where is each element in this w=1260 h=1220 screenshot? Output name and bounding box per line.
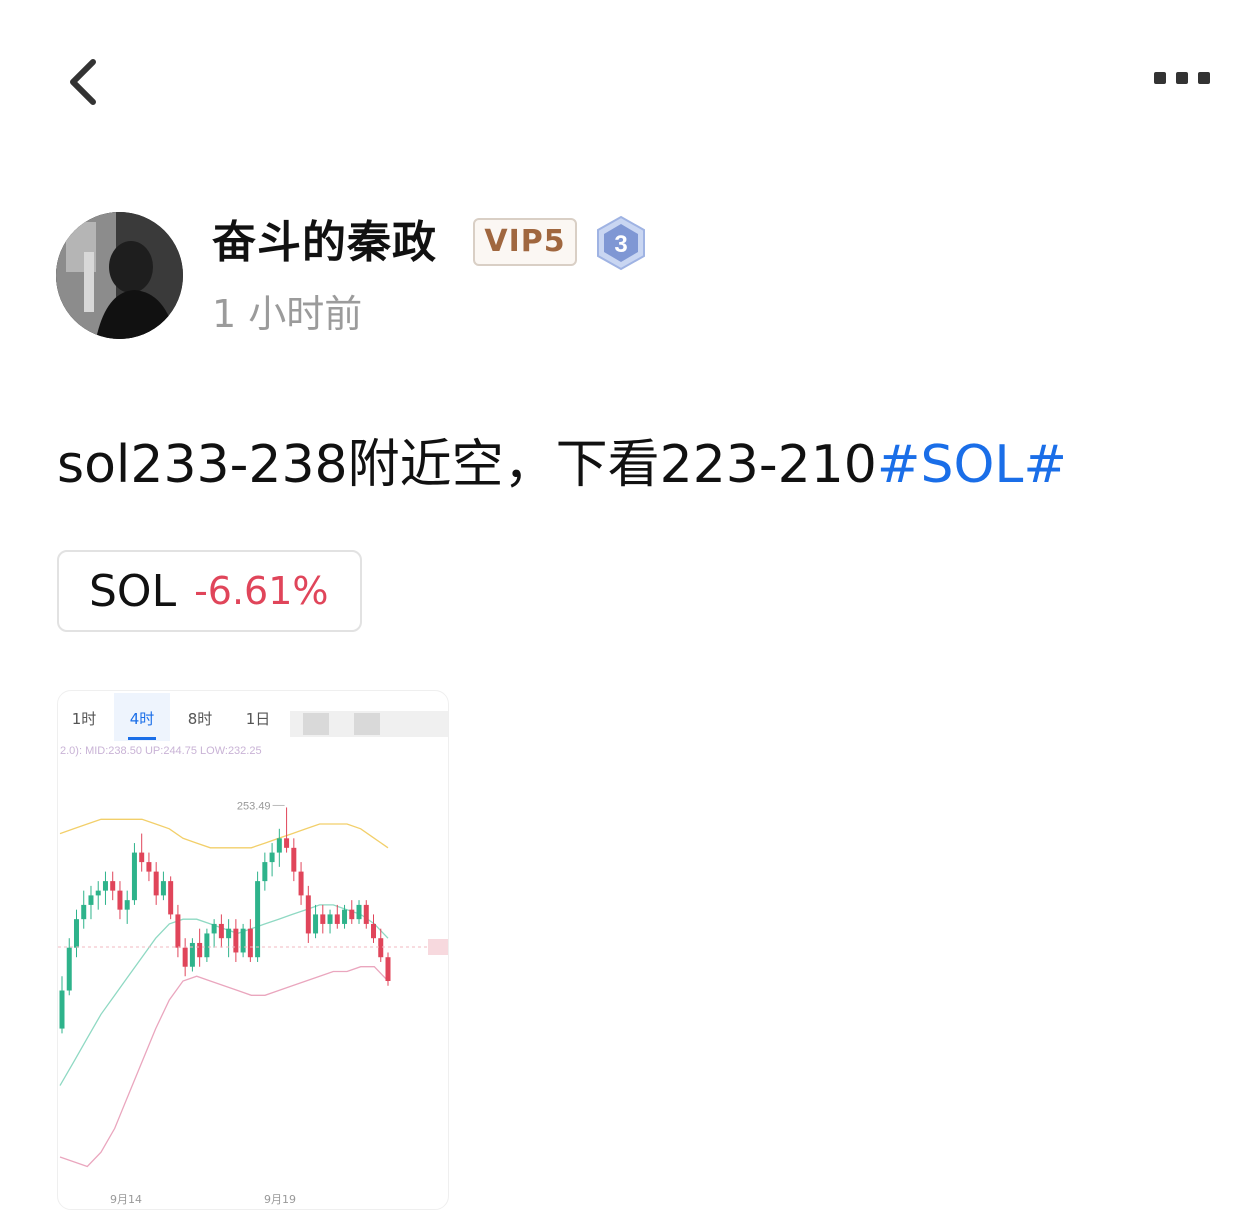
candle: [385, 952, 391, 986]
candle: [211, 919, 217, 948]
candle: [88, 885, 94, 920]
coin-symbol: SOL: [89, 565, 177, 617]
candle: [349, 900, 355, 924]
candle: [146, 852, 152, 882]
candle: [305, 885, 311, 943]
author-name[interactable]: 奋斗的秦政: [212, 214, 437, 272]
candle: [334, 904, 340, 929]
candle: [262, 852, 268, 891]
candle: [218, 914, 224, 948]
active-tab-indicator: [128, 737, 156, 740]
blurred-icon: [303, 713, 329, 735]
candle: [298, 862, 304, 905]
bollinger-middle-line: [59, 904, 389, 1086]
candle: [168, 876, 174, 920]
hashtag-link[interactable]: #SOL#: [877, 435, 1067, 495]
candle: [204, 928, 210, 962]
chart-tab: 8时: [188, 710, 213, 728]
chart-tab: 1时: [72, 710, 97, 728]
candle: [73, 909, 79, 958]
hexagon-level-icon: 3: [597, 215, 645, 271]
level-badge: 3: [594, 214, 648, 272]
avatar-image: [56, 212, 183, 339]
candle: [276, 828, 282, 867]
x-axis-label: 9月14: [110, 1193, 142, 1206]
bollinger-lower-line: [59, 966, 389, 1168]
candle: [226, 919, 232, 958]
post-text: sol233-238附近空，下看223-210#SOL#: [57, 430, 1067, 500]
price-tag: [428, 939, 448, 955]
candle: [110, 871, 116, 901]
candle: [247, 919, 253, 962]
candlestick-chart: 1时 4时 8时 1日 2.0): MID:238.50 UP:244.75 LOW:…: [58, 693, 448, 1206]
x-axis-label: 9月19: [264, 1193, 296, 1206]
candle: [81, 890, 87, 929]
bollinger-upper-line: [59, 818, 389, 849]
candle: [160, 871, 166, 901]
more-button[interactable]: [1148, 64, 1218, 92]
candle: [378, 928, 384, 962]
high-marker: 253.49: [237, 800, 271, 812]
post-content: sol233-238附近空，下看223-210: [57, 435, 877, 495]
candle: [269, 843, 275, 877]
candle: [371, 914, 377, 943]
chart-tab: 1日: [246, 710, 271, 728]
candle: [363, 900, 369, 929]
candle: [95, 881, 101, 910]
candle: [284, 807, 290, 853]
candle: [327, 909, 333, 934]
avatar[interactable]: [56, 212, 183, 339]
more-horizontal-icon: [1154, 72, 1210, 84]
candle: [124, 890, 130, 924]
coin-change: -6.61%: [194, 569, 329, 613]
indicator-label: 2.0): MID:238.50 UP:244.75 LOW:232.25: [60, 745, 262, 757]
candle: [153, 862, 159, 905]
candle: [313, 904, 319, 939]
candle: [139, 833, 145, 872]
candle: [102, 871, 108, 905]
level-number: 3: [614, 231, 627, 258]
candle: [59, 976, 65, 1034]
coin-chip[interactable]: SOL -6.61%: [57, 550, 362, 632]
candle: [255, 871, 261, 962]
candle: [197, 928, 203, 967]
candle: [356, 900, 362, 924]
candle: [182, 938, 188, 977]
candle: [189, 938, 195, 972]
post-time: 1 小时前: [212, 292, 363, 336]
chevron-left-icon: [70, 59, 96, 105]
candle: [233, 919, 239, 962]
candle: [175, 904, 181, 958]
candle: [320, 904, 326, 934]
blurred-icon: [354, 713, 380, 735]
chart-tab: 4时: [130, 710, 155, 728]
vip-badge: VIP5: [473, 218, 577, 266]
candle: [131, 843, 137, 905]
candle: [240, 923, 246, 958]
candle: [117, 881, 123, 920]
back-button[interactable]: [55, 52, 115, 112]
candle: [291, 838, 297, 882]
chart-image[interactable]: 1时 4时 8时 1日 2.0): MID:238.50 UP:244.75 LOW:…: [57, 690, 449, 1210]
